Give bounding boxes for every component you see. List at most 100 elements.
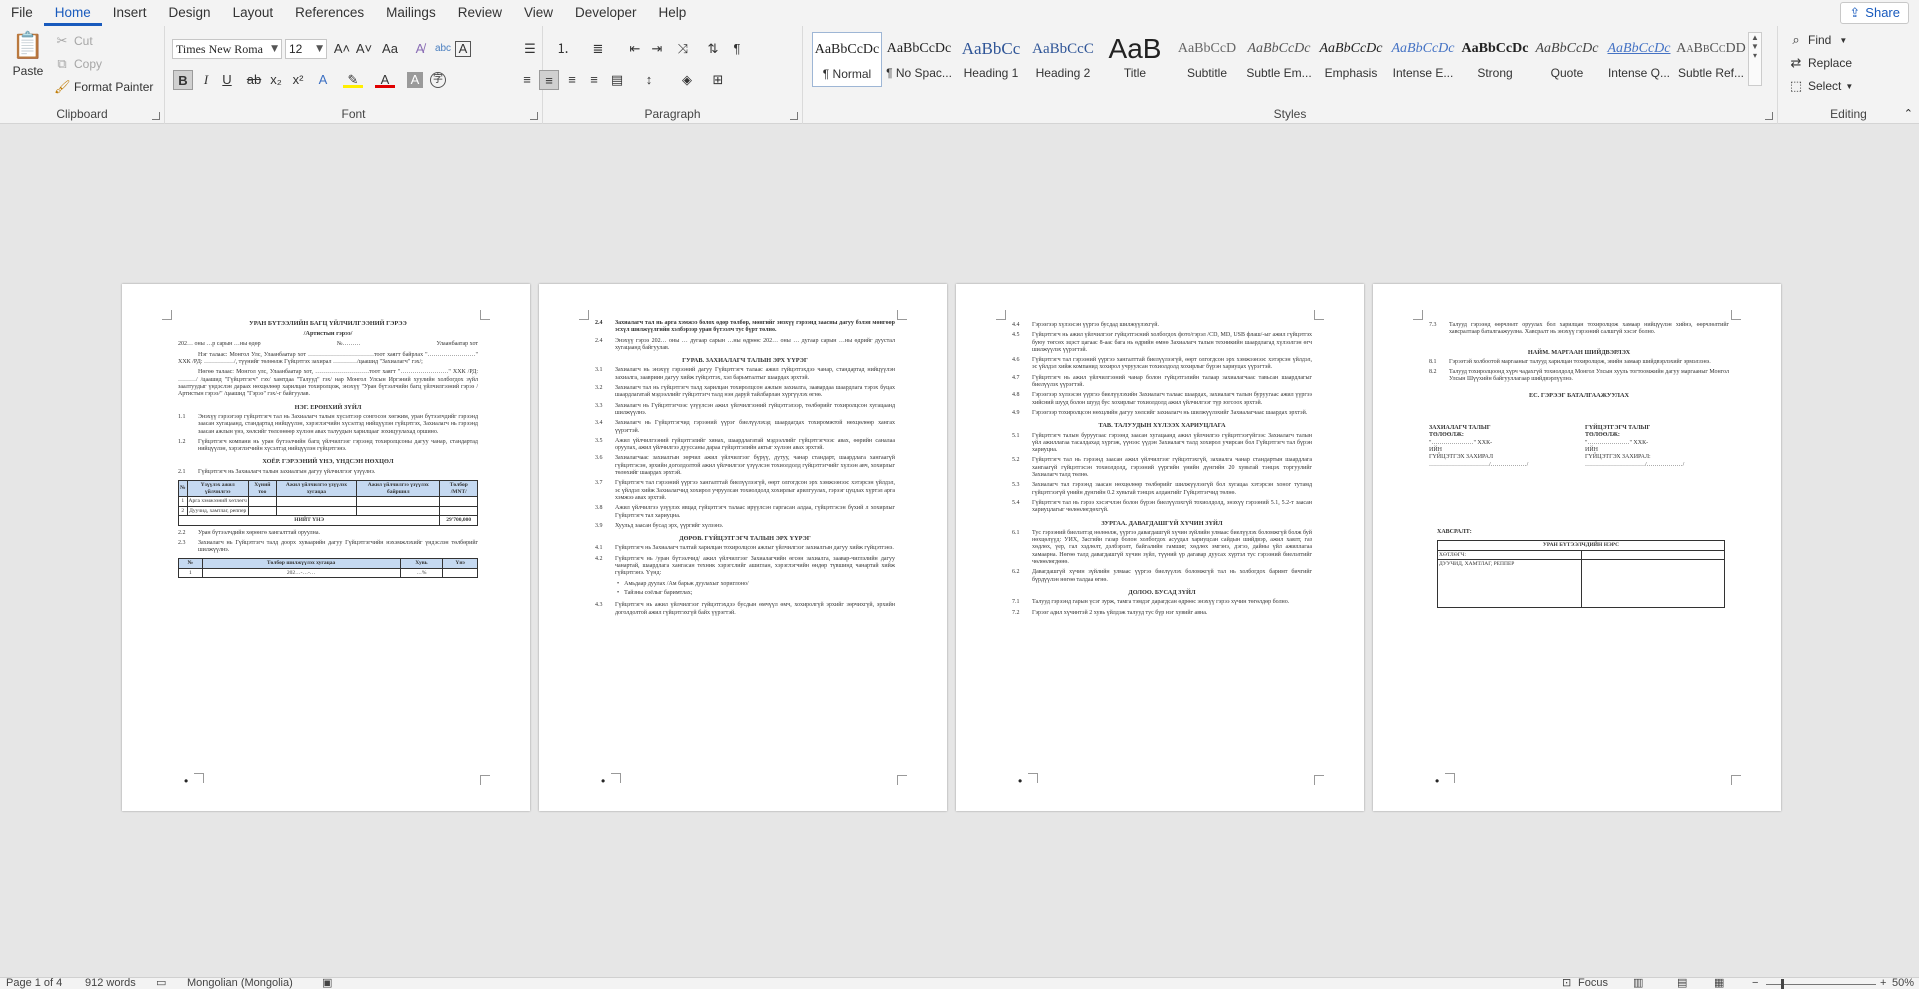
chevron-down-icon[interactable]: ▼: [316, 40, 323, 58]
asian-layout-icon[interactable]: ⤨: [673, 39, 693, 59]
tab-references[interactable]: References: [284, 2, 375, 26]
pilcrow-icon[interactable]: ¶: [727, 39, 747, 59]
shading-icon[interactable]: ◈: [677, 70, 697, 90]
justify-icon[interactable]: ≡: [584, 70, 604, 90]
font-name-box[interactable]: Times New Roma ▼: [172, 39, 282, 59]
chevron-down-icon[interactable]: ▼: [1749, 42, 1761, 51]
highlight-icon[interactable]: ✎: [343, 70, 363, 88]
shrink-font-icon[interactable]: A˅: [354, 39, 374, 59]
style-quote[interactable]: AaBbCcDc Quote: [1532, 32, 1602, 87]
style-title[interactable]: AaB Title: [1100, 32, 1170, 87]
zoom-slider-thumb[interactable]: [1781, 979, 1784, 989]
tab-home[interactable]: Home: [43, 2, 102, 26]
tab-review[interactable]: Review: [447, 2, 513, 26]
phonetic-guide-icon[interactable]: abc: [433, 39, 453, 59]
distributed-icon[interactable]: ▤: [607, 70, 627, 90]
style-strong[interactable]: AaBbCcDc Strong: [1460, 32, 1530, 87]
style-subtitle[interactable]: AaBbCcD Subtitle: [1172, 32, 1242, 87]
page-4[interactable]: 7.3 Талууд гэрээнд өөрчлөлт оруулах бол х…: [1373, 284, 1781, 811]
zoom-level[interactable]: 50%: [1892, 977, 1914, 989]
strikethrough-icon[interactable]: ab: [244, 70, 264, 90]
style-heading-1[interactable]: AaBbCc Heading 1: [956, 32, 1026, 87]
style-heading-2[interactable]: AaBbCcC Heading 2: [1028, 32, 1098, 87]
copy-button[interactable]: ⧉ Copy: [54, 56, 102, 72]
bullets-icon[interactable]: ☰: [520, 39, 540, 59]
tab-mailings[interactable]: Mailings: [375, 2, 447, 26]
change-case-icon[interactable]: Aa: [380, 39, 400, 59]
font-size-box[interactable]: 12 ▼: [285, 39, 327, 59]
style-no-spacing[interactable]: AaBbCcDc ¶ No Spac...: [884, 32, 954, 87]
focus-button[interactable]: Focus: [1578, 977, 1608, 989]
character-border-icon[interactable]: A: [455, 41, 471, 57]
clause-text: Гүйцэтгэгч нь ажил үйлчилгээний чанар бо…: [1032, 374, 1312, 389]
page-3[interactable]: 4.4 Гэрээгээр хүлээсэн үүргээ бусдад шилж…: [956, 284, 1364, 811]
style-emphasis[interactable]: AaBbCcDc Emphasis: [1316, 32, 1386, 87]
chevron-down-icon[interactable]: ▼: [271, 40, 278, 58]
zoom-in-icon[interactable]: +: [1880, 977, 1886, 989]
bold-icon[interactable]: B: [173, 70, 193, 90]
character-shading-icon[interactable]: A: [407, 72, 423, 88]
text-effects-icon[interactable]: A: [313, 70, 333, 90]
find-button[interactable]: ⌕ Find ▼: [1788, 32, 1847, 48]
font-launcher-icon[interactable]: [530, 112, 538, 120]
superscript-icon[interactable]: x²: [288, 70, 308, 90]
borders-icon[interactable]: ⊞: [708, 70, 728, 90]
numbering-icon[interactable]: ⒈: [553, 39, 573, 59]
style-subtle-emphasis[interactable]: AaBbCcDc Subtle Em...: [1244, 32, 1314, 87]
multilevel-list-icon[interactable]: ≣: [588, 39, 608, 59]
select-button[interactable]: ⬚ Select ▼: [1788, 78, 1853, 94]
style-intense-emphasis[interactable]: AaBbCcDc Intense E...: [1388, 32, 1458, 87]
signature-line: ГҮЙЦЭТГЭХ ЗАХИРАЛ:: [1585, 454, 1651, 461]
tab-file[interactable]: File: [0, 2, 44, 26]
page-count[interactable]: Page 1 of 4: [6, 977, 62, 989]
tab-view[interactable]: View: [513, 2, 564, 26]
paste-button[interactable]: 📋 Paste: [10, 30, 46, 78]
word-count[interactable]: 912 words: [85, 977, 136, 989]
accessibility-icon[interactable]: ▣: [322, 977, 332, 989]
style-subtle-reference[interactable]: AaBbCcDD Subtle Ref...: [1676, 32, 1746, 87]
cut-button[interactable]: ✂ Cut: [54, 33, 93, 49]
paragraph-launcher-icon[interactable]: [790, 112, 798, 120]
styles-scroll[interactable]: ▲ ▼ ▾: [1748, 32, 1762, 86]
chevron-up-icon[interactable]: ▲: [1749, 33, 1761, 42]
read-mode-icon[interactable]: ▥: [1633, 977, 1643, 989]
clear-formatting-icon[interactable]: A̸: [410, 39, 430, 59]
style-name: Intense E...: [1392, 66, 1454, 80]
clipboard-launcher-icon[interactable]: [152, 112, 160, 120]
grow-font-icon[interactable]: A˄: [332, 39, 352, 59]
font-color-icon[interactable]: A: [375, 70, 395, 88]
enclose-characters-icon[interactable]: 字: [430, 72, 446, 88]
replace-button[interactable]: ⇄ Replace: [1788, 55, 1852, 71]
italic-icon[interactable]: I: [196, 70, 216, 90]
print-layout-icon[interactable]: ▤: [1677, 977, 1687, 989]
collapse-ribbon-icon[interactable]: ⌃: [1904, 107, 1913, 120]
zoom-out-icon[interactable]: −: [1752, 977, 1758, 989]
style-normal[interactable]: AaBbCcDc ¶ Normal: [812, 32, 882, 87]
style-intense-quote[interactable]: AaBbCcDc Intense Q...: [1604, 32, 1674, 87]
page-2[interactable]: 2.4 Захиалагч тал нь арга хэмжээ болох өд…: [539, 284, 947, 811]
underline-icon[interactable]: U: [217, 70, 237, 90]
tab-layout[interactable]: Layout: [222, 2, 285, 26]
sort-icon[interactable]: ⇅: [703, 39, 723, 59]
web-layout-icon[interactable]: ▦: [1714, 977, 1724, 989]
language[interactable]: Mongolian (Mongolia): [187, 977, 293, 989]
proofing-icon[interactable]: ▭: [156, 977, 166, 989]
format-painter-button[interactable]: 🖌 Format Painter: [54, 79, 153, 95]
tab-help[interactable]: Help: [648, 2, 698, 26]
styles-launcher-icon[interactable]: [1765, 112, 1773, 120]
subscript-icon[interactable]: x₂: [266, 70, 286, 90]
signature-block: ЗАХИАЛАГЧ ТАЛЫГ ТӨЛӨӨЛЖ: "…………………" ХХК-И…: [1429, 425, 1729, 469]
share-button[interactable]: ⇪ Share: [1840, 2, 1909, 24]
decrease-indent-icon[interactable]: ⇤: [625, 39, 645, 59]
align-right-icon[interactable]: ≡: [562, 70, 582, 90]
tab-design[interactable]: Design: [158, 2, 222, 26]
align-center-icon[interactable]: ≡: [539, 70, 559, 90]
line-spacing-icon[interactable]: ↕: [639, 70, 659, 90]
page-1[interactable]: УРАН БҮТЭЭЛИЙН БАГЦ ҮЙЛЧИЛГЭЭНИЙ ГЭРЭЭ /…: [122, 284, 530, 811]
tab-developer[interactable]: Developer: [564, 2, 648, 26]
increase-indent-icon[interactable]: ⇥: [647, 39, 667, 59]
tab-insert[interactable]: Insert: [102, 2, 158, 26]
focus-icon[interactable]: ⊡: [1562, 977, 1571, 989]
align-left-icon[interactable]: ≡: [517, 70, 537, 90]
more-styles-icon[interactable]: ▾: [1749, 51, 1761, 60]
